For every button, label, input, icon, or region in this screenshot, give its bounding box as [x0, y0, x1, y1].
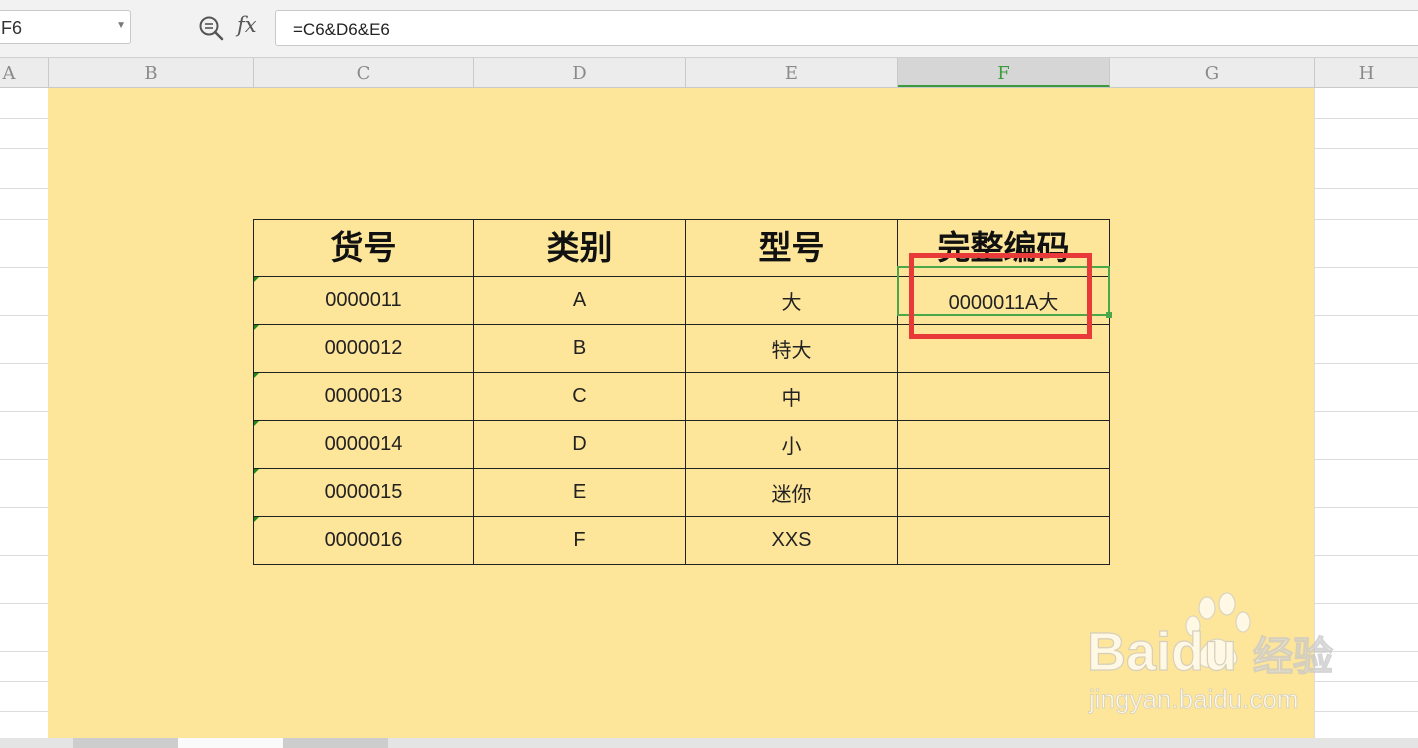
table-cell[interactable]: 中	[685, 372, 898, 421]
column-header-b[interactable]: B	[49, 58, 254, 87]
text-number-indicator-icon	[254, 517, 259, 522]
formula-bar: F6 ▼ fx =C6&D6&E6	[0, 0, 1418, 58]
sheet-tab-bar	[0, 738, 1418, 748]
table-cell[interactable]	[897, 372, 1110, 421]
table-cell[interactable]: 迷你	[685, 468, 898, 517]
text-number-indicator-icon	[254, 325, 259, 330]
table-cell[interactable]: A	[473, 276, 686, 325]
baidu-jingyan-watermark: Baidu 经验 jingyan.baidu.com	[1086, 592, 1334, 714]
highlight-annotation-box	[909, 253, 1092, 339]
text-number-indicator-icon	[254, 421, 259, 426]
table-cell[interactable]	[897, 516, 1110, 565]
fx-icon[interactable]: fx	[237, 13, 257, 37]
table-cell[interactable]: 0000015	[253, 468, 474, 517]
table-cell[interactable]: 0000011	[253, 276, 474, 325]
header-cell-item-number[interactable]: 货号	[253, 219, 474, 277]
column-header-d[interactable]: D	[474, 58, 686, 87]
table-cell[interactable]: 0000014	[253, 420, 474, 469]
column-header-c[interactable]: C	[254, 58, 474, 87]
name-box-value: F6	[1, 18, 23, 38]
table-cell[interactable]: C	[473, 372, 686, 421]
text-number-indicator-icon	[254, 373, 259, 378]
column-header-g[interactable]: G	[1110, 58, 1315, 87]
watermark-suffix: 经验	[1253, 634, 1333, 680]
table-cell[interactable]: B	[473, 324, 686, 373]
header-cell-category[interactable]: 类别	[473, 219, 686, 277]
formula-text: =C6&D6&E6	[293, 20, 390, 39]
table-cell[interactable]: E	[473, 468, 686, 517]
column-header-row: A B C D E F G H	[0, 58, 1418, 88]
table-cell[interactable]	[897, 468, 1110, 517]
column-header-e[interactable]: E	[686, 58, 898, 87]
table-cell[interactable]: 大	[685, 276, 898, 325]
table-cell[interactable]: XXS	[685, 516, 898, 565]
column-header-f[interactable]: F	[898, 58, 1110, 87]
column-header-a[interactable]: A	[0, 58, 49, 87]
table-row: 0000014 D 小	[253, 420, 1110, 469]
table-cell[interactable]: 0000016	[253, 516, 474, 565]
table-cell[interactable]: 小	[685, 420, 898, 469]
table-cell[interactable]	[897, 420, 1110, 469]
table-row: 0000015 E 迷你	[253, 468, 1110, 517]
text-number-indicator-icon	[254, 277, 259, 282]
table-cell[interactable]: D	[473, 420, 686, 469]
fill-handle[interactable]	[1106, 312, 1112, 318]
sheet-tab[interactable]	[283, 738, 388, 748]
table-row: 0000013 C 中	[253, 372, 1110, 421]
sheet-tab-active[interactable]	[178, 738, 283, 748]
table-cell[interactable]: 0000012	[253, 324, 474, 373]
text-number-indicator-icon	[254, 469, 259, 474]
table-row: 0000016 F XXS	[253, 516, 1110, 565]
formula-input[interactable]: =C6&D6&E6	[275, 10, 1418, 46]
chevron-down-icon[interactable]: ▼	[116, 20, 126, 31]
table-cell[interactable]: 0000013	[253, 372, 474, 421]
watermark-url: jingyan.baidu.com	[1088, 684, 1299, 714]
watermark-brand: Baidu	[1087, 622, 1237, 682]
sheet-tab[interactable]	[73, 738, 178, 748]
name-box[interactable]: F6 ▼	[0, 10, 131, 44]
column-header-h[interactable]: H	[1315, 58, 1418, 87]
table-cell[interactable]: F	[473, 516, 686, 565]
table-cell[interactable]: 特大	[685, 324, 898, 373]
header-cell-model[interactable]: 型号	[685, 219, 898, 277]
zoom-formula-icon[interactable]	[197, 14, 225, 42]
